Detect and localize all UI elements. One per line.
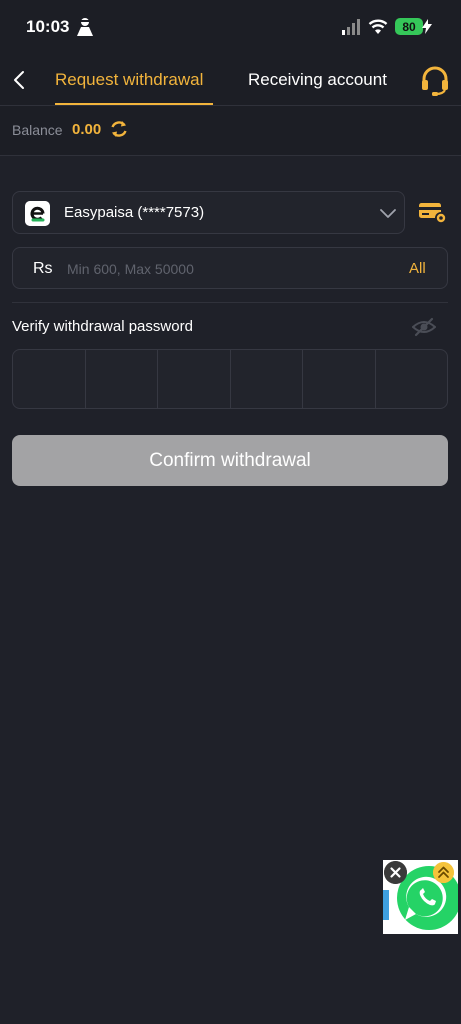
account-selector[interactable]: Easypaisa (****7573) [12,191,405,234]
chevron-left-icon[interactable] [8,67,30,93]
confirm-withdrawal-button[interactable]: Confirm withdrawal [12,435,448,486]
amount-input[interactable] [67,256,387,282]
status-time: 10:03 [26,17,70,36]
amount-field: Rs All [12,247,448,289]
divider [12,302,448,303]
chevron-down-icon [380,209,396,218]
balance-value: 0.00 [72,121,102,138]
currency-label: Rs [33,260,53,277]
balance-label: Balance [12,122,63,138]
charging-icon [422,19,432,34]
password-digit-box[interactable] [303,350,376,408]
status-bar: 10:03 80 [0,0,461,55]
account-name: Easypaisa (****7573) [64,204,205,221]
password-digit-box[interactable] [231,350,303,408]
tab-request-withdrawal[interactable]: Request withdrawal [55,70,203,90]
balance-row: Balance 0.00 [0,106,461,156]
password-digit-box[interactable] [376,350,448,408]
password-label: Verify withdrawal password [12,318,193,335]
signal-icon [342,19,360,35]
person-icon [77,18,93,36]
scroll-up-icon[interactable] [433,862,454,883]
battery-indicator: 80 [395,18,423,35]
header: Request withdrawal Receiving account [0,55,461,106]
password-input [12,349,448,409]
active-tab-indicator [55,103,213,105]
tab-receiving-account[interactable]: Receiving account [248,70,387,90]
easypaisa-logo [25,201,50,226]
close-icon[interactable] [384,861,407,884]
refresh-icon[interactable] [109,119,129,139]
headset-icon[interactable] [419,65,451,97]
wifi-icon [368,19,388,34]
eye-hidden-icon[interactable] [412,317,436,337]
password-digit-box[interactable] [86,350,158,408]
password-digit-box[interactable] [158,350,231,408]
card-settings-icon[interactable] [418,200,448,226]
password-digit-box[interactable] [13,350,86,408]
all-button[interactable]: All [409,260,426,277]
